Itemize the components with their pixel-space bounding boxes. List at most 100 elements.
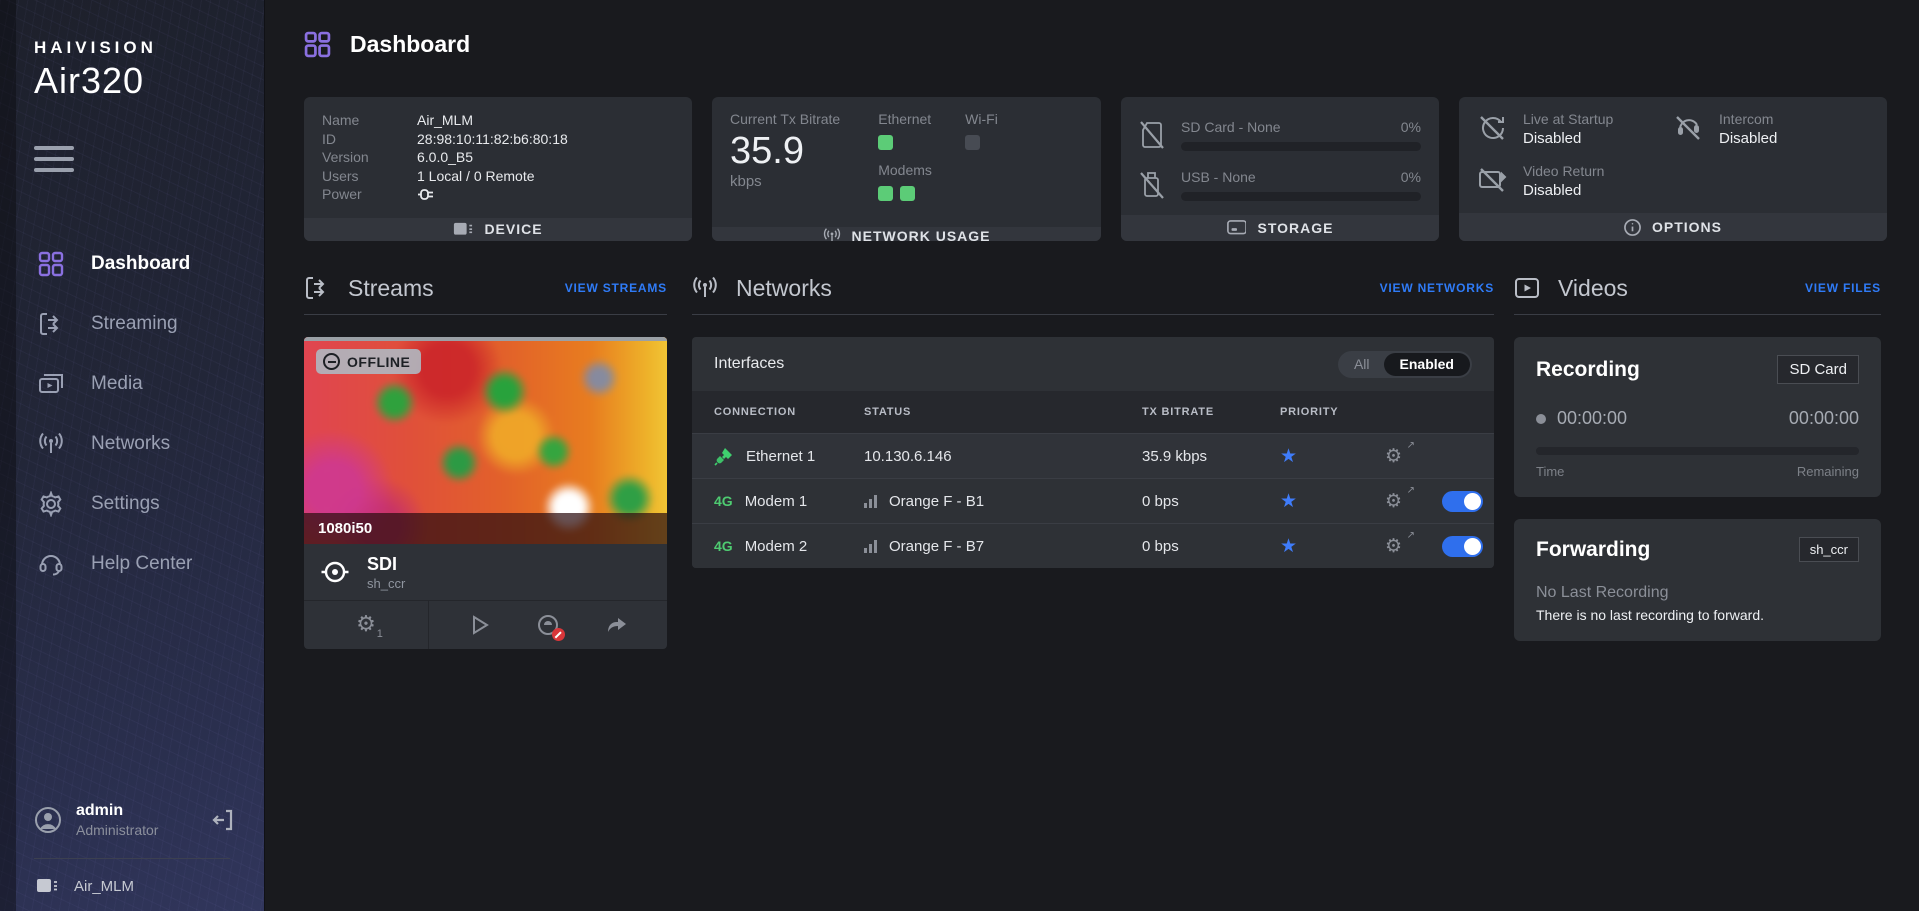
- view-networks-link[interactable]: VIEW NETWORKS: [1380, 281, 1494, 295]
- connection-bitrate: 0 bps: [1142, 493, 1280, 510]
- interface-enabled-toggle[interactable]: [1442, 491, 1483, 512]
- sidebar-item-dashboard[interactable]: Dashboard: [0, 234, 264, 294]
- filter-enabled-button[interactable]: Enabled: [1384, 353, 1470, 376]
- power-plug-icon: [417, 188, 434, 201]
- sidebar-item-label: Settings: [91, 493, 160, 515]
- device-row-label: ID: [322, 130, 417, 149]
- stream-info-row: SDI sh_ccr: [304, 544, 667, 600]
- options-footer-label: OPTIONS: [1652, 219, 1722, 235]
- recording-time: 00:00:00: [1557, 408, 1627, 429]
- device-row-value: 6.0.0_B5: [417, 148, 473, 167]
- storage-card: SD Card - None0% USB - None0%: [1121, 97, 1439, 241]
- interfaces-title: Interfaces: [714, 355, 1338, 373]
- 4g-badge: 4G: [714, 493, 733, 509]
- ethernet-label: Ethernet: [878, 111, 931, 127]
- device-chip-icon: [36, 877, 58, 895]
- gear-arrow-icon: ↗: [1407, 440, 1415, 451]
- gear-arrow-icon: ↗: [1407, 530, 1415, 541]
- resolution-label: 1080i50: [318, 520, 372, 537]
- device-row-value: 28:98:10:11:82:b6:80:18: [417, 130, 568, 149]
- device-footer-button[interactable]: DEVICE: [304, 218, 692, 242]
- gear-icon: ⚙: [356, 612, 376, 637]
- option-label: Intercom: [1719, 111, 1777, 127]
- stream-card[interactable]: OFFLINE 1080i50 SDI sh_ccr: [304, 337, 667, 649]
- recording-target-badge: SD Card: [1777, 355, 1859, 384]
- device-chip-icon: [453, 221, 473, 237]
- sidebar-item-media[interactable]: Media: [0, 354, 264, 414]
- view-files-link[interactable]: VIEW FILES: [1805, 281, 1881, 295]
- interfaces-filter-toggle: All Enabled: [1338, 351, 1472, 378]
- networks-title: Networks: [736, 275, 1380, 302]
- record-disabled-button[interactable]: [536, 613, 560, 637]
- table-row-ethernet1: Ethernet 1 10.130.6.146 35.9 kbps ★ ⚙ ↗: [692, 433, 1494, 478]
- options-footer-button[interactable]: OPTIONS: [1459, 213, 1887, 241]
- interface-enabled-toggle[interactable]: [1442, 536, 1483, 557]
- connection-name: Ethernet 1: [746, 448, 815, 465]
- summary-cards: NameAir_MLM ID28:98:10:11:82:b6:80:18 Ve…: [304, 97, 1887, 241]
- logout-icon[interactable]: [212, 808, 236, 832]
- priority-star-icon[interactable]: ★: [1280, 445, 1385, 467]
- device-row-label: Version: [322, 148, 417, 167]
- interface-settings-button[interactable]: ⚙ ↗: [1385, 445, 1409, 467]
- column-priority: PRIORITY: [1280, 406, 1385, 418]
- table-row-modem1: 4G Modem 1 Orange F - B1 0 bps ★ ⚙ ↗: [692, 478, 1494, 523]
- networks-antenna-icon: [38, 431, 64, 457]
- stream-thumbnail[interactable]: OFFLINE 1080i50: [304, 337, 667, 544]
- forwarding-message: There is no last recording to forward.: [1536, 607, 1859, 623]
- priority-star-icon[interactable]: ★: [1280, 535, 1385, 557]
- signal-bars-icon: [864, 494, 877, 508]
- sidebar-item-settings[interactable]: Settings: [0, 474, 264, 534]
- wifi-label: Wi-Fi: [965, 111, 998, 127]
- network-usage-card: Current Tx Bitrate 35.9 kbps Ethernet Wi…: [712, 97, 1101, 241]
- device-card: NameAir_MLM ID28:98:10:11:82:b6:80:18 Ve…: [304, 97, 692, 241]
- info-circle-icon: [1624, 219, 1641, 236]
- recording-progress: [1536, 447, 1859, 455]
- wifi-status-square: [965, 135, 980, 150]
- sidebar-item-label: Streaming: [91, 313, 178, 335]
- bitrate-unit: kbps: [730, 173, 840, 190]
- gear-icon: ⚙: [1385, 535, 1402, 557]
- connection-name: Modem 2: [745, 538, 808, 555]
- device-row-value: Air_MLM: [417, 111, 473, 130]
- sidebar-item-label: Help Center: [91, 553, 192, 575]
- usb-percent: 0%: [1401, 169, 1421, 185]
- brand-name: HAIVISION: [34, 38, 264, 58]
- interface-settings-button[interactable]: ⚙ ↗: [1385, 490, 1409, 512]
- remaining-label: Remaining: [1797, 464, 1859, 479]
- avatar-icon: [34, 806, 62, 834]
- sidebar-item-help-center[interactable]: Help Center: [0, 534, 264, 594]
- sd-card-progress: [1181, 142, 1421, 151]
- stream-settings-button[interactable]: ⚙ 1: [304, 601, 429, 649]
- streams-icon: [304, 275, 330, 301]
- videos-section: Videos VIEW FILES Recording SD Card 00:0…: [1514, 271, 1881, 649]
- stream-actions: ⚙ 1: [304, 600, 667, 649]
- view-streams-link[interactable]: VIEW STREAMS: [565, 281, 667, 295]
- intercom-option: Intercom Disabled: [1673, 111, 1869, 147]
- intercom-disabled-icon: [1673, 113, 1703, 143]
- connection-status: Orange F - B1: [889, 493, 984, 510]
- forward-button[interactable]: [605, 613, 629, 637]
- device-name-row: Air_MLM: [0, 877, 264, 895]
- hamburger-menu-icon[interactable]: [34, 146, 74, 172]
- gear-icon: ⚙: [1385, 490, 1402, 512]
- filter-all-button[interactable]: All: [1340, 356, 1384, 372]
- main-content: Dashboard NameAir_MLM ID28:98:10:11:82:b…: [265, 0, 1919, 911]
- option-value: Disabled: [1719, 130, 1777, 147]
- sdi-connector-icon: [320, 557, 350, 587]
- videos-title: Videos: [1558, 275, 1805, 302]
- video-return-disabled-icon: [1477, 165, 1507, 195]
- play-button[interactable]: [467, 613, 491, 637]
- live-at-startup-option: Live at Startup Disabled: [1477, 111, 1673, 147]
- gear-icon: ⚙: [1385, 445, 1402, 467]
- signal-bars-icon: [864, 539, 877, 553]
- sidebar-item-streaming[interactable]: Streaming: [0, 294, 264, 354]
- priority-star-icon[interactable]: ★: [1280, 490, 1385, 512]
- sidebar-item-networks[interactable]: Networks: [0, 414, 264, 474]
- stream-name: SDI: [367, 554, 405, 575]
- user-block: admin Administrator: [0, 802, 264, 838]
- network-usage-footer-button[interactable]: NETWORK USAGE: [712, 227, 1101, 241]
- column-status: STATUS: [864, 406, 1142, 418]
- storage-footer-button[interactable]: STORAGE: [1121, 215, 1439, 241]
- interface-settings-button[interactable]: ⚙ ↗: [1385, 535, 1409, 557]
- storage-footer-label: STORAGE: [1258, 220, 1334, 236]
